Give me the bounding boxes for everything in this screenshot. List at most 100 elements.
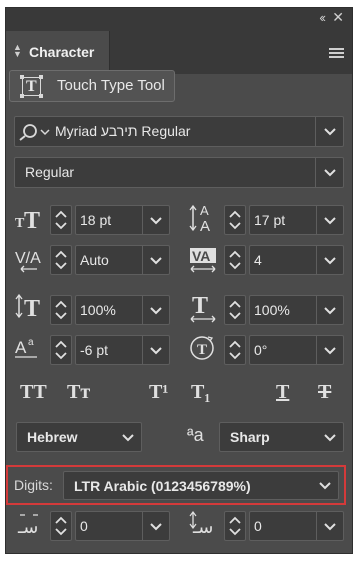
chevron-down-icon[interactable] xyxy=(324,257,336,265)
character-rotation-field[interactable]: 0° xyxy=(249,335,344,365)
tab-bar: ▲ ▼ Character xyxy=(6,31,352,74)
touch-type-icon: T xyxy=(20,75,43,98)
kashida-left-control[interactable]: 0 xyxy=(50,511,170,541)
kashida-width-icon: سـ xyxy=(189,509,219,542)
tracking-stepper[interactable] xyxy=(224,245,246,275)
underline-button[interactable]: T xyxy=(276,381,289,404)
font-family-value: Myriad תירבע Regular xyxy=(55,123,191,139)
all-caps-button[interactable]: TT xyxy=(20,381,47,404)
svg-text:A: A xyxy=(15,338,27,357)
leading-value: 17 pt xyxy=(254,212,286,228)
digits-value: LTR Arabic (0123456789%) xyxy=(74,478,251,494)
chevron-down-icon xyxy=(324,128,336,136)
close-panel-button[interactable]: ✕ xyxy=(332,9,344,26)
kerning-field[interactable]: Auto xyxy=(75,245,170,275)
tab-character[interactable]: ▲ ▼ Character xyxy=(6,31,110,74)
leading-stepper[interactable] xyxy=(224,205,246,235)
tracking-value: 4 xyxy=(254,252,262,268)
svg-text:T: T xyxy=(24,296,40,320)
kerning-value: Auto xyxy=(80,252,109,268)
vertical-scale-field[interactable]: 100% xyxy=(75,295,170,325)
kashida-left-field[interactable]: 0 xyxy=(75,511,170,541)
language-value: Hebrew xyxy=(27,429,78,445)
strikethrough-button[interactable]: T xyxy=(318,381,331,404)
svg-text:T: T xyxy=(192,293,208,319)
leading-control[interactable]: 17 pt xyxy=(224,205,344,235)
digits-row: Digits: LTR Arabic (0123456789%) xyxy=(6,465,346,505)
font-size-value: 18 pt xyxy=(80,212,112,228)
character-rotation-value: 0° xyxy=(254,342,268,358)
leading-field[interactable]: 17 pt xyxy=(249,205,344,235)
baseline-shift-stepper[interactable] xyxy=(50,335,72,365)
font-family-dropdown[interactable]: Myriad תירבע Regular xyxy=(14,116,344,147)
horizontal-scale-value: 100% xyxy=(254,302,290,318)
baseline-shift-control[interactable]: -6 pt xyxy=(50,335,170,365)
collapse-panel-button[interactable]: ‹‹ xyxy=(319,10,326,25)
baseline-shift-value: -6 pt xyxy=(80,342,109,358)
character-rotation-control[interactable]: 0° xyxy=(224,335,344,365)
panel-titlebar: ‹‹ ✕ xyxy=(6,8,352,31)
kashida-insert-icon: سـ xyxy=(16,511,46,544)
font-search-icon xyxy=(19,124,50,141)
font-size-field[interactable]: 18 pt xyxy=(75,205,170,235)
vertical-scale-control[interactable]: 100% xyxy=(50,295,170,325)
chevron-down-icon[interactable] xyxy=(150,307,162,315)
chevron-down-icon[interactable] xyxy=(150,347,162,355)
font-size-control[interactable]: 18 pt xyxy=(50,205,170,235)
small-caps-button[interactable]: Tт xyxy=(67,381,90,404)
svg-text:سـ: سـ xyxy=(17,517,38,538)
chevron-down-icon[interactable] xyxy=(324,217,336,225)
svg-text:سـ: سـ xyxy=(192,517,213,538)
horizontal-scale-control[interactable]: 100% xyxy=(224,295,344,325)
kashida-right-stepper[interactable] xyxy=(224,511,246,541)
chevron-down-icon[interactable] xyxy=(324,523,336,531)
svg-text:A: A xyxy=(200,203,209,218)
chevron-down-icon xyxy=(324,169,336,177)
kashida-right-control[interactable]: 0 xyxy=(224,511,344,541)
font-size-icon: TT xyxy=(15,206,43,234)
horizontal-scale-stepper[interactable] xyxy=(224,295,246,325)
chevron-down-icon xyxy=(122,434,134,442)
chevron-down-icon[interactable] xyxy=(150,523,162,531)
character-rotation-icon: T xyxy=(189,335,217,366)
chevron-down-icon[interactable] xyxy=(324,347,336,355)
kerning-control[interactable]: Auto xyxy=(50,245,170,275)
character-rotation-stepper[interactable] xyxy=(224,335,246,365)
subscript-button[interactable]: T₁ xyxy=(191,381,210,404)
digits-label: Digits: xyxy=(14,477,53,493)
baseline-shift-field[interactable]: -6 pt xyxy=(75,335,170,365)
kashida-left-value: 0 xyxy=(80,518,88,534)
baseline-shift-icon: Aa xyxy=(15,335,43,364)
kerning-icon: V/A xyxy=(15,247,43,276)
svg-text:T: T xyxy=(24,208,40,230)
horizontal-scale-field[interactable]: 100% xyxy=(249,295,344,325)
superscript-button[interactable]: T¹ xyxy=(149,381,168,404)
touch-type-tool-label: Touch Type Tool xyxy=(57,77,165,94)
tracking-icon: VA xyxy=(189,247,219,276)
antialias-dropdown[interactable]: Sharp xyxy=(219,422,344,452)
chevron-down-icon xyxy=(324,434,336,442)
horizontal-scale-icon: T xyxy=(189,293,219,326)
touch-type-tool-button[interactable]: T Touch Type Tool xyxy=(9,70,175,102)
vertical-scale-value: 100% xyxy=(80,302,116,318)
chevron-down-icon[interactable] xyxy=(150,217,162,225)
svg-text:a: a xyxy=(28,337,34,348)
font-size-stepper[interactable] xyxy=(50,205,72,235)
leading-icon: AA xyxy=(189,203,217,236)
kerning-stepper[interactable] xyxy=(50,245,72,275)
chevron-down-icon xyxy=(319,482,331,490)
chevron-down-icon[interactable] xyxy=(324,307,336,315)
svg-text:T: T xyxy=(197,342,207,358)
hamburger-menu-icon[interactable] xyxy=(329,48,344,60)
vertical-scale-stepper[interactable] xyxy=(50,295,72,325)
digits-dropdown[interactable]: LTR Arabic (0123456789%) xyxy=(63,471,339,500)
vertical-scale-icon: T xyxy=(15,293,43,323)
chevron-down-icon[interactable] xyxy=(150,257,162,265)
kashida-left-stepper[interactable] xyxy=(50,511,72,541)
kashida-right-field[interactable]: 0 xyxy=(249,511,344,541)
tracking-field[interactable]: 4 xyxy=(249,245,344,275)
tracking-control[interactable]: 4 xyxy=(224,245,344,275)
language-dropdown[interactable]: Hebrew xyxy=(16,422,142,452)
font-style-dropdown[interactable]: Regular xyxy=(14,157,344,188)
tab-arrows-icon: ▲ ▼ xyxy=(13,42,22,59)
